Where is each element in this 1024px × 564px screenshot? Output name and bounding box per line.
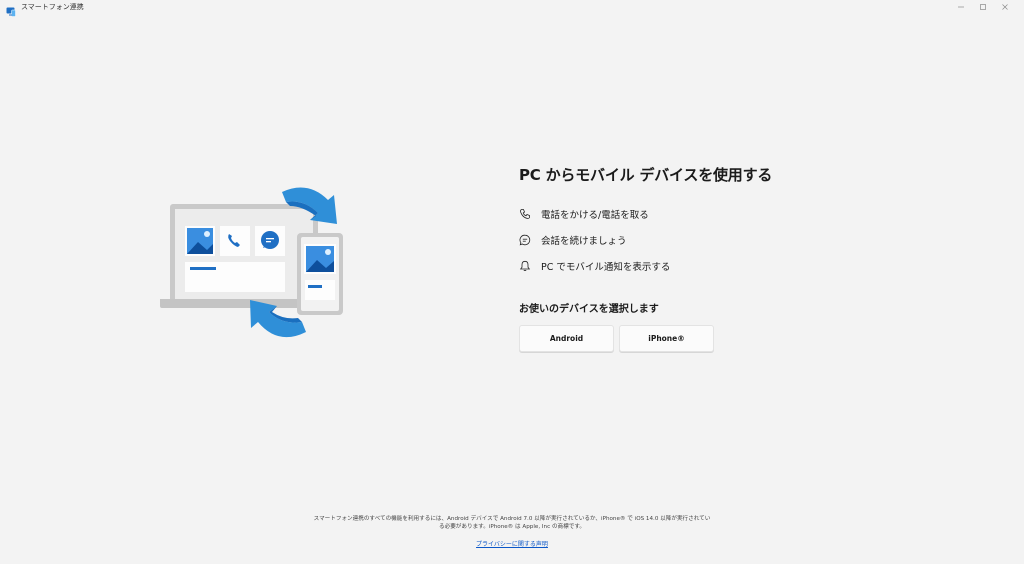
minimize-icon [958, 6, 964, 8]
main-content: PC からモバイル デバイスを使用する 電話をかける/電話を取る 会話を続けまし… [519, 166, 779, 352]
feature-item-calls: 電話をかける/電話を取る [519, 207, 649, 221]
window-controls [950, 0, 1016, 14]
bell-icon [519, 260, 531, 272]
privacy-link-container: プライバシーに関する声明 [0, 539, 1024, 548]
feature-label: PC でモバイル通知を表示する [541, 262, 671, 273]
disclaimer-line-2: る必要があります。iPhone® は Apple, Inc の商標です。 [439, 524, 585, 530]
feature-item-notifications: PC でモバイル通知を表示する [519, 259, 670, 273]
disclaimer-line-1: スマートフォン連携のすべての機能を利用するには、Android デバイスで An… [313, 516, 711, 522]
device-select-title: お使いのデバイスを選択します [519, 304, 659, 315]
title-bar: スマートフォン連携 [0, 0, 1024, 17]
footer-disclaimer: スマートフォン連携のすべての機能を利用するには、Android デバイスで An… [305, 515, 719, 531]
maximize-button[interactable] [972, 0, 994, 14]
minimize-button[interactable] [950, 0, 972, 14]
iphone-button[interactable]: iPhone® [619, 325, 714, 352]
phone-icon [519, 208, 531, 220]
device-buttons: Android iPhone® [519, 325, 714, 352]
privacy-statement-link[interactable]: プライバシーに関する声明 [476, 541, 548, 548]
feature-item-messages: 会話を続けましょう [519, 233, 627, 247]
feature-label: 会話を続けましょう [541, 236, 627, 247]
feature-label: 電話をかける/電話を取る [541, 210, 649, 221]
android-button[interactable]: Android [519, 325, 614, 352]
maximize-icon [980, 4, 986, 10]
phone-link-icon [6, 2, 16, 17]
hero-illustration [158, 182, 344, 340]
close-icon [1002, 4, 1008, 10]
window-title: スマートフォン連携 [21, 3, 84, 11]
page-title: PC からモバイル デバイスを使用する [519, 166, 773, 184]
chat-icon [519, 234, 531, 246]
close-button[interactable] [994, 0, 1016, 14]
